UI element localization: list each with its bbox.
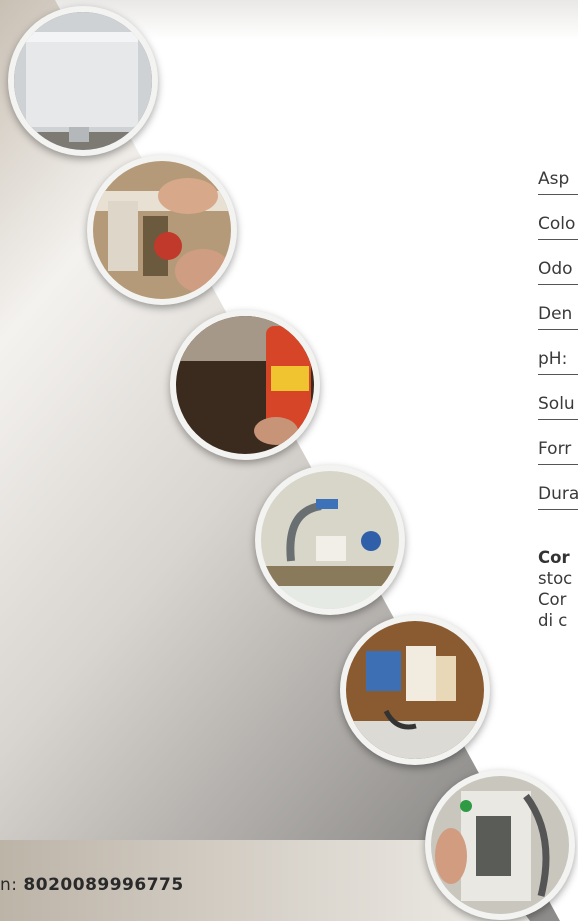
spec-label: pH: (538, 349, 568, 369)
spec-label: Asp (538, 169, 570, 189)
barcode-ean: n: 8020089996775 (0, 875, 184, 895)
description-line: Cor (538, 590, 567, 609)
spec-row-format: Forr (538, 420, 578, 465)
spec-row-appearance: Asp (538, 150, 578, 195)
description-line: stoc (538, 569, 573, 588)
spec-row-duration: Dura (538, 465, 578, 510)
spec-row-solubility: Solu (538, 375, 578, 420)
barcode-label: n: (0, 875, 18, 895)
cistern-cover-photo (8, 6, 158, 156)
spec-row-color: Colo (538, 195, 578, 240)
barcode-value: 8020089996775 (23, 875, 184, 895)
spec-label: Solu (538, 394, 575, 414)
valve-hand-photo (87, 155, 237, 305)
description-heading: Cor (538, 548, 570, 567)
spec-label: Colo (538, 214, 576, 234)
spec-row-odor: Odo (538, 240, 578, 285)
spec-label: Den (538, 304, 573, 324)
spec-label: Forr (538, 439, 572, 459)
spec-row-density: Den (538, 285, 578, 330)
flush-mechanism-photo (425, 770, 575, 920)
spec-label: Dura (538, 484, 578, 504)
spec-label: Odo (538, 259, 573, 279)
storage-description: Cor stoc Cor di c (538, 547, 572, 631)
technical-specs-list: Asp Colo Odo Den pH: Solu Forr Dura (538, 150, 578, 510)
hose-connection-photo (255, 465, 405, 615)
float-valve-photo (340, 615, 490, 765)
product-sheet-page: Asp Colo Odo Den pH: Solu Forr Dura Cor … (0, 0, 578, 921)
spec-row-ph: pH: (538, 330, 578, 375)
description-line: di c (538, 611, 568, 630)
spray-can-photo (170, 310, 320, 460)
